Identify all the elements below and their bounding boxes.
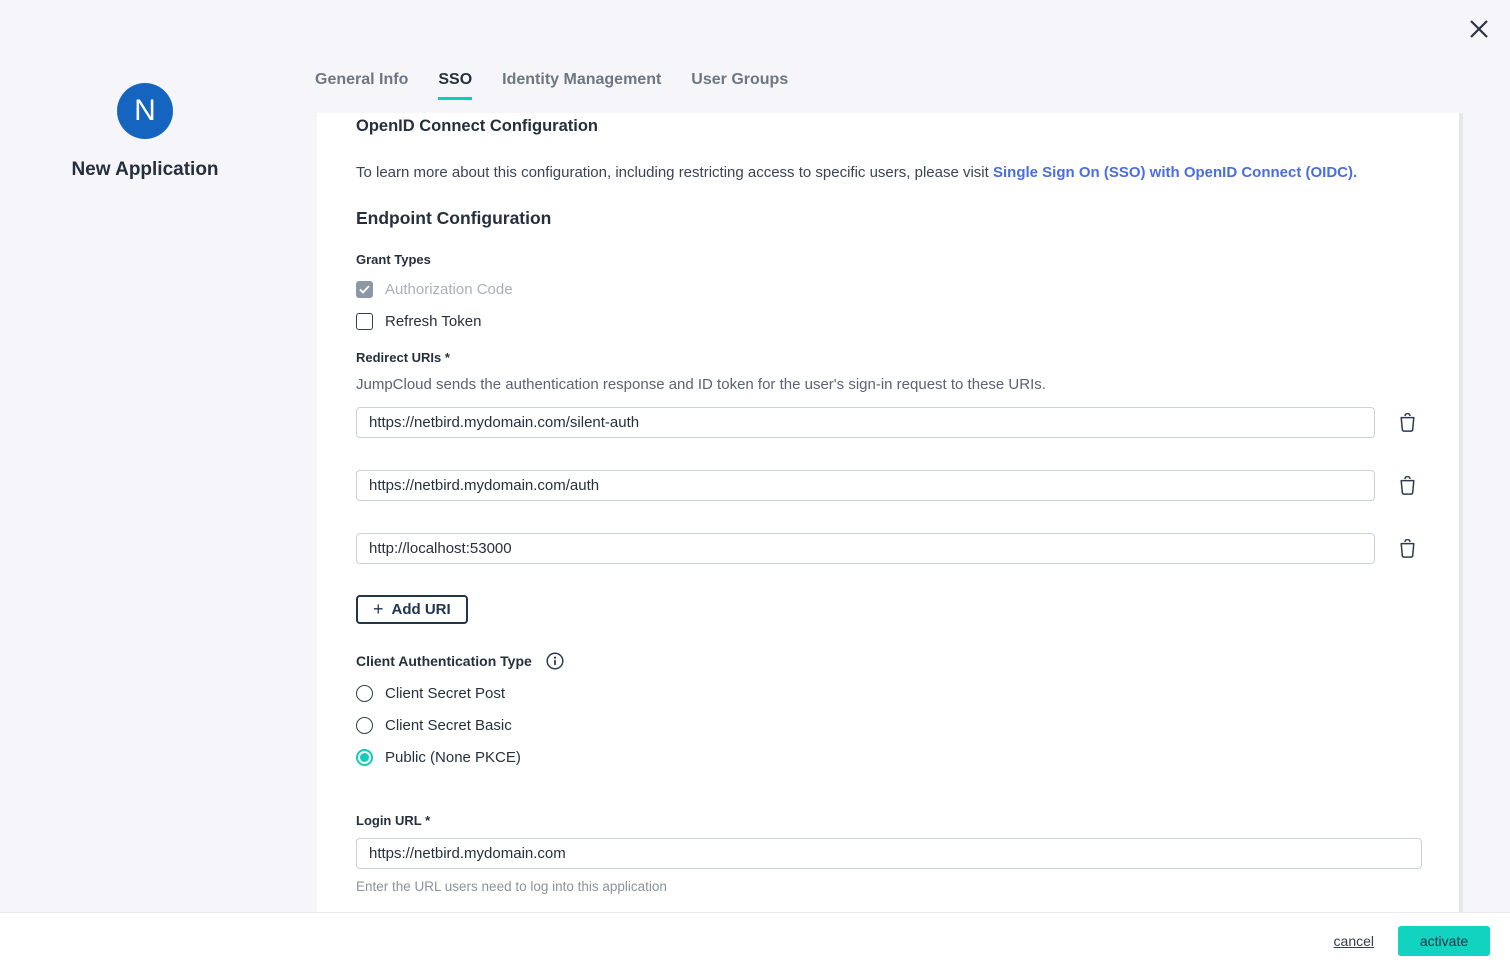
grant-type-refresh-token-row: Refresh Token <box>356 313 1463 330</box>
trash-icon <box>1399 476 1416 496</box>
add-uri-button[interactable]: + Add URI <box>356 595 468 624</box>
client-secret-basic-radio[interactable] <box>356 717 373 734</box>
oidc-docs-link[interactable]: Single Sign On (SSO) with OpenID Connect… <box>993 164 1357 181</box>
authorization-code-checkbox[interactable] <box>356 281 373 298</box>
redirect-uri-input-1[interactable] <box>356 407 1375 438</box>
endpoint-configuration-title: Endpoint Configuration <box>356 208 1463 229</box>
client-auth-type-label: Client Authentication Type <box>356 653 532 669</box>
login-url-label: Login URL * <box>356 813 1463 828</box>
grant-type-authorization-code-row: Authorization Code <box>356 281 1463 298</box>
redirect-uri-input-3[interactable] <box>356 533 1375 564</box>
delete-uri-button-1[interactable] <box>1397 412 1417 434</box>
close-button[interactable] <box>1462 12 1496 46</box>
tab-sso[interactable]: SSO <box>438 71 472 100</box>
trash-icon <box>1399 413 1416 433</box>
avatar-letter: N <box>134 94 156 128</box>
client-secret-basic-label: Client Secret Basic <box>385 717 512 734</box>
public-pkce-radio[interactable] <box>356 749 373 766</box>
grant-types-label: Grant Types <box>356 252 1463 267</box>
cancel-link[interactable]: cancel <box>1334 933 1374 949</box>
trash-icon <box>1399 539 1416 559</box>
tab-user-groups[interactable]: User Groups <box>691 71 788 100</box>
public-pkce-label: Public (None PKCE) <box>385 749 521 766</box>
footer-action-bar: cancel activate <box>0 912 1510 969</box>
client-secret-post-radio[interactable] <box>356 685 373 702</box>
client-auth-info-button[interactable] <box>546 652 564 670</box>
tab-identity-management[interactable]: Identity Management <box>502 71 661 100</box>
intro-text-plain: To learn more about this configuration, … <box>356 164 993 181</box>
activate-button[interactable]: activate <box>1398 926 1490 956</box>
page-title: New Application <box>0 159 290 181</box>
add-uri-button-label: Add URI <box>392 601 451 618</box>
redirect-uri-row <box>356 407 1463 438</box>
client-auth-type-header: Client Authentication Type <box>356 652 1463 670</box>
refresh-token-checkbox[interactable] <box>356 313 373 330</box>
tab-bar: General Info SSO Identity Management Use… <box>315 71 788 100</box>
intro-text: To learn more about this configuration, … <box>356 164 1463 181</box>
tab-general-info[interactable]: General Info <box>315 71 408 100</box>
check-icon <box>359 285 370 294</box>
login-url-help: Enter the URL users need to log into thi… <box>356 879 1463 894</box>
authorization-code-label: Authorization Code <box>385 281 513 298</box>
close-icon <box>1467 17 1491 41</box>
redirect-uri-row <box>356 533 1463 564</box>
client-secret-post-row: Client Secret Post <box>356 685 1463 702</box>
refresh-token-label: Refresh Token <box>385 313 481 330</box>
plus-icon: + <box>373 600 384 618</box>
redirect-uri-row <box>356 470 1463 501</box>
login-url-input[interactable] <box>356 838 1422 869</box>
avatar: N <box>117 83 173 139</box>
delete-uri-button-2[interactable] <box>1397 475 1417 497</box>
client-secret-post-label: Client Secret Post <box>385 685 505 702</box>
section-title: OpenID Connect Configuration <box>356 117 1463 136</box>
redirect-uris-label: Redirect URIs * <box>356 350 1463 365</box>
public-pkce-row: Public (None PKCE) <box>356 749 1463 766</box>
client-secret-basic-row: Client Secret Basic <box>356 717 1463 734</box>
info-icon <box>546 652 564 670</box>
scrollbar[interactable] <box>1459 113 1463 912</box>
delete-uri-button-3[interactable] <box>1397 538 1417 560</box>
sso-config-panel: OpenID Connect Configuration To learn mo… <box>317 113 1463 912</box>
redirect-uri-input-2[interactable] <box>356 470 1375 501</box>
redirect-uris-help: JumpCloud sends the authentication respo… <box>356 376 1463 393</box>
